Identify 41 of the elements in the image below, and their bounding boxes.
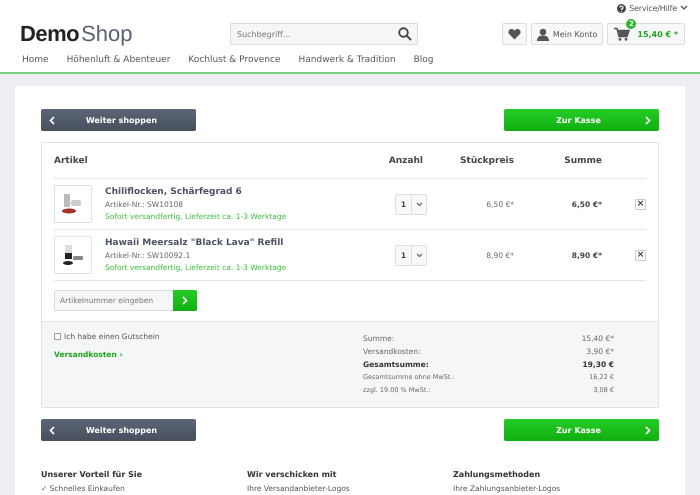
column-header: Anzahl xyxy=(388,156,424,166)
product-image[interactable] xyxy=(54,236,92,274)
cart-icon xyxy=(614,27,630,41)
service-link[interactable]: Service/Hilfe xyxy=(617,2,688,14)
continue-shopping-button[interactable]: Weiter shoppen xyxy=(41,419,196,441)
remove-button[interactable]: × xyxy=(635,198,646,210)
search-icon xyxy=(398,27,412,41)
heart-icon xyxy=(508,28,521,40)
add-article-button[interactable] xyxy=(173,290,197,311)
footer-heading: Unserer Vorteil für Sie xyxy=(41,470,144,479)
chevron-down-icon xyxy=(416,252,423,258)
search-field[interactable]: Suchbegriff... xyxy=(230,23,418,45)
person-icon xyxy=(536,28,549,40)
nav-link[interactable]: Handwerk & Tradition xyxy=(298,54,396,72)
jar-drawing xyxy=(60,242,86,268)
product-name-link[interactable]: Chiliflocken, Schärfegrad 6 xyxy=(105,187,286,197)
nav-link[interactable]: Höhenluft & Abenteuer xyxy=(66,54,170,72)
chevron-down-icon xyxy=(416,202,423,206)
chevron-right-icon xyxy=(645,116,651,124)
product-image[interactable] xyxy=(54,185,92,223)
chevron-left-icon xyxy=(49,116,55,124)
chevron-left-icon xyxy=(49,426,55,434)
footer-heading: Wir verschicken mit xyxy=(247,470,338,479)
wishlist-button[interactable] xyxy=(502,23,527,45)
nav-link[interactable]: Home xyxy=(22,54,49,72)
voucher-checkbox[interactable] xyxy=(54,333,61,340)
shop-logo[interactable]: DemoShop xyxy=(20,21,230,47)
remove-button[interactable]: × xyxy=(635,250,646,260)
nav-link[interactable]: Kochlust & Provence xyxy=(188,54,281,72)
footer-heading: Zahlungsmethoden xyxy=(453,470,542,479)
chevron-right-icon xyxy=(645,426,651,434)
column-header: Stückpreis xyxy=(459,156,514,166)
chevron-right-icon xyxy=(182,296,188,305)
continue-shopping-button[interactable]: Weiter shoppen xyxy=(41,109,196,131)
nav-link[interactable]: Blog xyxy=(414,54,434,72)
column-header: Summe xyxy=(563,156,602,166)
account-button[interactable]: Mein Konto xyxy=(530,23,604,45)
help-icon xyxy=(617,4,626,12)
chevron-down-icon xyxy=(680,5,688,11)
column-header: Artikel xyxy=(54,156,89,166)
product-name-link[interactable]: Hawaii Meersalz "Black Lava" Refill xyxy=(105,238,286,248)
